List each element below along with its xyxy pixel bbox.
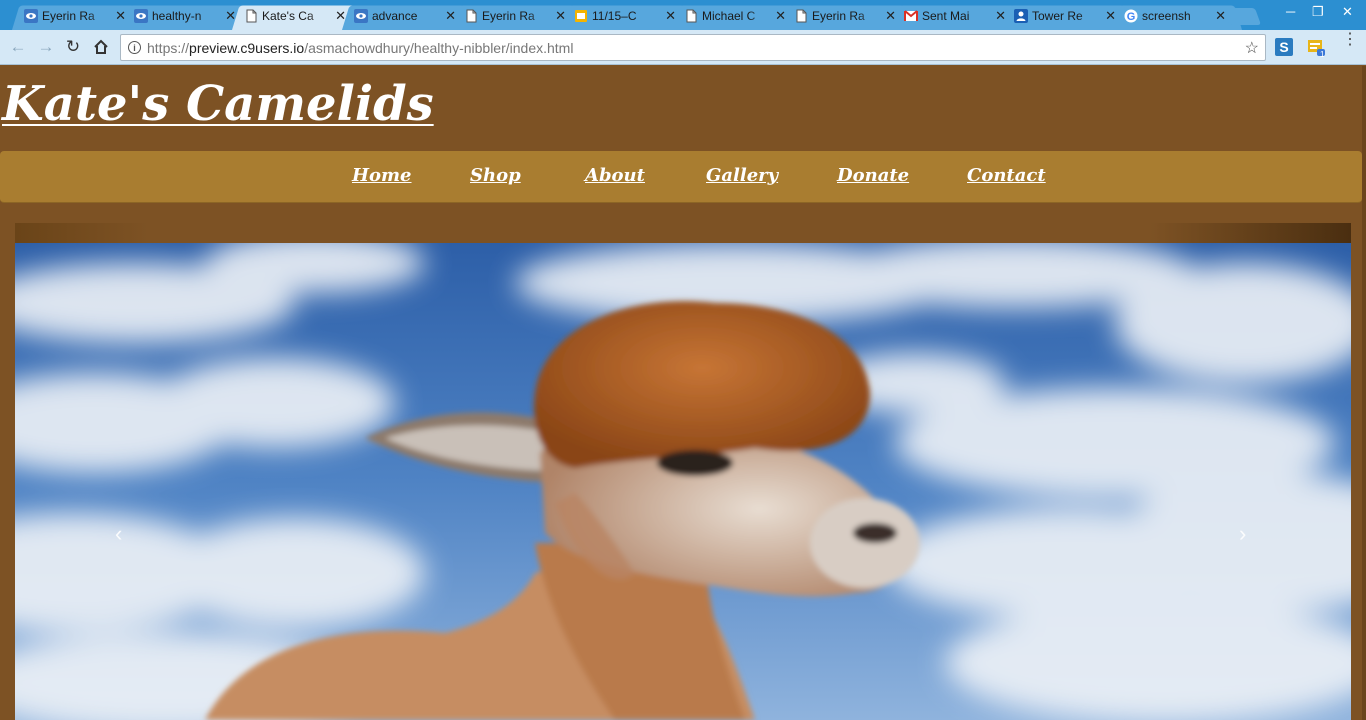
nav-about[interactable]: About: [585, 165, 645, 186]
web-page: Kate's Camelids Home Shop About Gallery …: [0, 66, 1366, 720]
tab-close-icon[interactable]: ✕: [225, 8, 236, 24]
tab-title: Eyerin Ra: [42, 9, 95, 23]
carousel-top-band: [15, 223, 1351, 243]
tab-title: Michael C: [702, 9, 756, 23]
slides-icon: [574, 9, 588, 23]
browser-tab[interactable]: Tower Re ✕: [1002, 2, 1132, 30]
tab-close-icon[interactable]: ✕: [1105, 8, 1116, 24]
carousel-next-button[interactable]: ›: [1239, 521, 1246, 547]
eye-icon: [24, 9, 38, 23]
new-tab-button[interactable]: [1222, 8, 1262, 25]
google-icon: G: [1124, 9, 1138, 23]
browser-tab[interactable]: Eyerin Ra ✕: [12, 2, 142, 30]
browser-tab[interactable]: Gscreensh ✕: [1112, 2, 1242, 30]
nav-shop[interactable]: Shop: [470, 165, 521, 186]
tab-title: screensh: [1142, 9, 1191, 23]
tab-close-icon[interactable]: ✕: [665, 8, 676, 24]
forward-icon[interactable]: →: [35, 36, 57, 58]
tab-close-icon[interactable]: ✕: [775, 8, 786, 24]
svg-text:S: S: [1279, 39, 1288, 55]
tab-title: advance: [372, 9, 418, 23]
back-icon[interactable]: ←: [7, 36, 29, 58]
browser-tab[interactable]: Sent Mai ✕: [892, 2, 1022, 30]
document-icon: [684, 9, 698, 23]
browser-toolbar: ← → ↻ i https://preview.c9users.io/asmac…: [0, 30, 1366, 65]
close-window-icon[interactable]: ✕: [1342, 4, 1353, 20]
tab-close-icon[interactable]: ✕: [115, 8, 126, 24]
nav-contact[interactable]: Contact: [967, 165, 1046, 186]
url-text: https://preview.c9users.io/asmachowdhury…: [147, 39, 574, 56]
tab-close-icon[interactable]: ✕: [445, 8, 456, 24]
alpaca-photo: [15, 243, 1351, 720]
page-scrollbar[interactable]: [1362, 66, 1366, 720]
eye-icon: [354, 9, 368, 23]
carousel-prev-button[interactable]: ‹: [115, 521, 122, 547]
browser-tab[interactable]: Michael C ✕: [672, 2, 802, 30]
nav-home[interactable]: Home: [352, 165, 412, 186]
bookmark-star-icon[interactable]: ☆: [1245, 38, 1259, 58]
tab-title: Sent Mai: [922, 9, 970, 23]
svg-text:G: G: [1127, 11, 1136, 23]
browser-tab[interactable]: Kate's Ca ✕: [232, 2, 362, 30]
tab-close-icon[interactable]: ✕: [555, 8, 566, 24]
minimize-icon[interactable]: ─: [1286, 4, 1295, 19]
site-title[interactable]: Kate's Camelids: [2, 76, 434, 132]
reload-icon[interactable]: ↻: [62, 36, 84, 58]
contact-icon: [1014, 9, 1028, 23]
tab-close-icon[interactable]: ✕: [885, 8, 896, 24]
tab-title: Eyerin Ra: [812, 9, 865, 23]
nav-donate[interactable]: Donate: [837, 165, 909, 186]
browser-tab[interactable]: advance ✕: [342, 2, 472, 30]
browser-tab[interactable]: healthy-n ✕: [122, 2, 252, 30]
browser-menu-icon[interactable]: ⋮: [1342, 32, 1358, 48]
browser-tab[interactable]: Eyerin Ra ✕: [782, 2, 912, 30]
extension-badge: 1: [1320, 50, 1325, 59]
gmail-icon: [904, 9, 918, 23]
nav-gallery[interactable]: Gallery: [706, 165, 778, 186]
tab-title: healthy-n: [152, 9, 202, 23]
tab-close-icon[interactable]: ✕: [335, 8, 346, 24]
browser-tab[interactable]: 11/15–C ✕: [562, 2, 692, 30]
browser-tab[interactable]: Eyerin Ra ✕: [452, 2, 582, 30]
tab-title: Tower Re: [1032, 9, 1083, 23]
image-carousel: ‹ ›: [15, 223, 1351, 720]
address-bar[interactable]: i https://preview.c9users.io/asmachowdhu…: [120, 34, 1266, 61]
tab-close-icon[interactable]: ✕: [995, 8, 1006, 24]
home-icon[interactable]: [90, 36, 112, 58]
document-icon: [794, 9, 808, 23]
eye-icon: [134, 9, 148, 23]
document-icon: [244, 9, 258, 23]
tab-close-icon[interactable]: ✕: [1215, 8, 1226, 24]
site-info-icon[interactable]: i: [128, 41, 141, 54]
tab-title: 11/15–C: [592, 9, 637, 23]
tab-title: Kate's Ca: [262, 9, 314, 23]
tab-title: Eyerin Ra: [482, 9, 535, 23]
document-icon: [464, 9, 478, 23]
browser-tab-strip: Eyerin Ra ✕ healthy-n ✕ Kate's Ca ✕ advance ✕ Ey…: [0, 0, 1366, 30]
s-extension-icon[interactable]: S: [1275, 38, 1293, 56]
restore-icon[interactable]: ❐: [1312, 4, 1324, 20]
site-navbar: Home Shop About Gallery Donate Contact: [0, 151, 1362, 203]
